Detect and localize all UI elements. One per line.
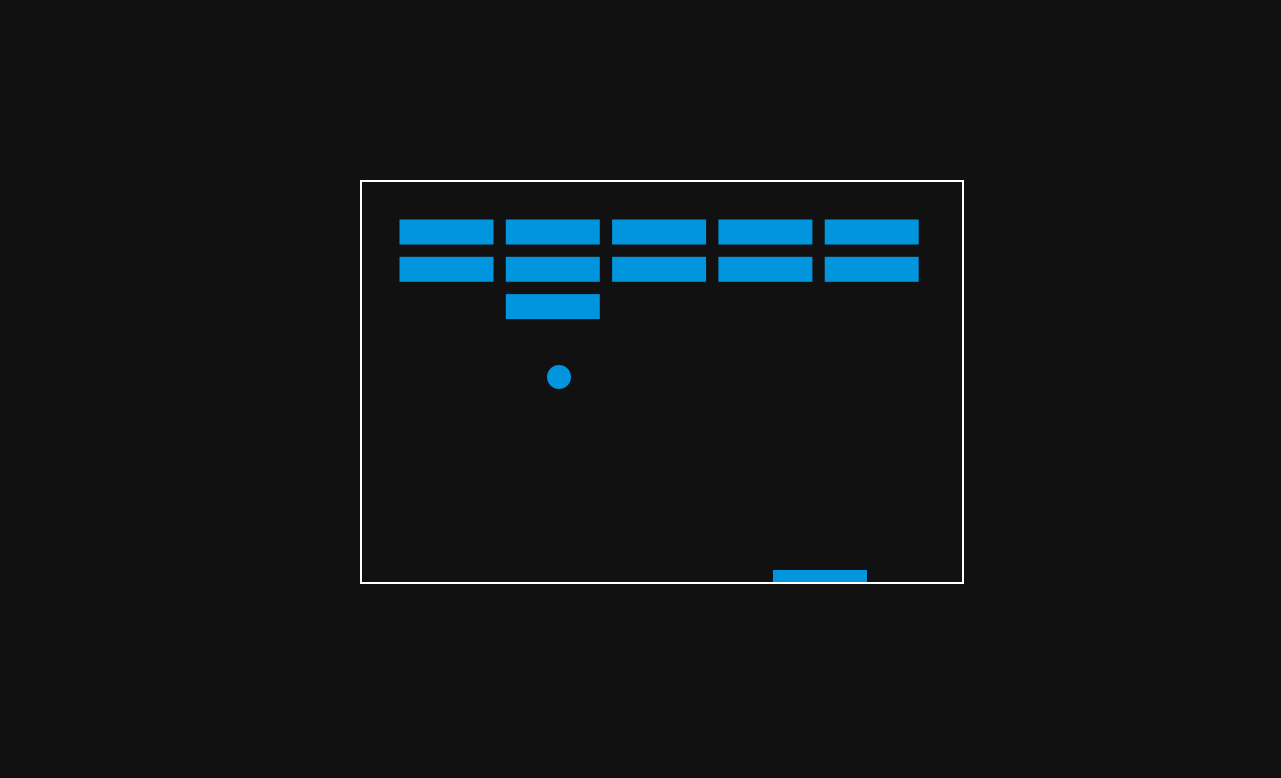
- brick-r1-c2: [505, 219, 600, 245]
- game-board: [399, 219, 919, 582]
- brick-r2-c1: [399, 256, 494, 282]
- brick-r2-c3: [612, 256, 707, 282]
- brick-r3-c2: [505, 294, 600, 320]
- game-canvas[interactable]: [360, 180, 964, 584]
- brick-r1-c4: [718, 219, 813, 245]
- brick-r1-c5: [824, 219, 919, 245]
- bricks-group: [399, 219, 919, 320]
- ball: [547, 365, 571, 389]
- brick-r1-c1: [399, 219, 494, 245]
- brick-r1-c3: [612, 219, 707, 245]
- brick-r2-c4: [718, 256, 813, 282]
- brick-r2-c2: [505, 256, 600, 282]
- brick-r2-c5: [824, 256, 919, 282]
- paddle[interactable]: [773, 570, 867, 582]
